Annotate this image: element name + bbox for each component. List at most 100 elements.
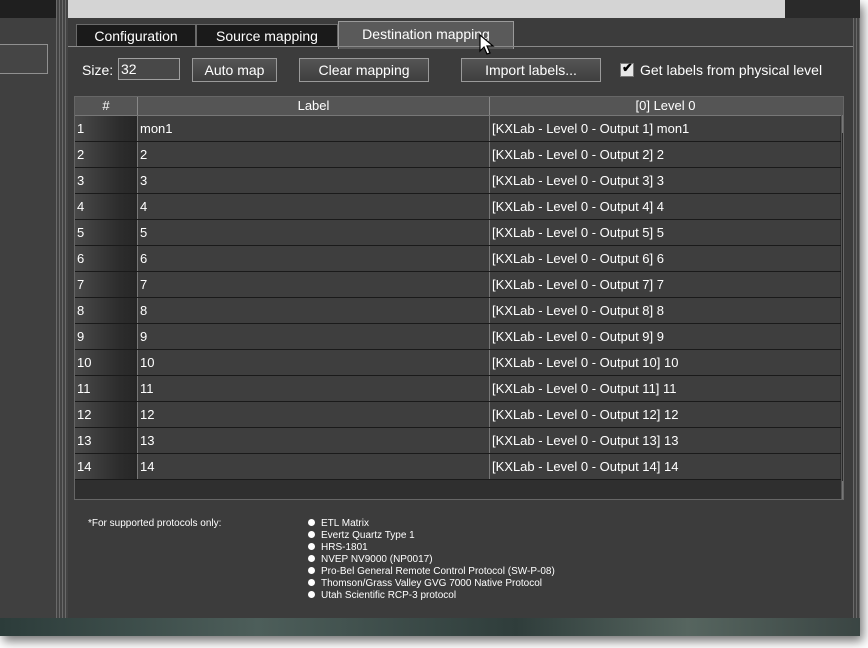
scroll-down-arrow[interactable]: ▼	[842, 481, 843, 499]
level-cell[interactable]: [KXLab - Level 0 - Output 3] 3	[489, 168, 840, 193]
left-panel	[0, 18, 56, 636]
table-row[interactable]: 1 mon1 [KXLab - Level 0 - Output 1] mon1	[75, 116, 843, 142]
bullet-dot-icon	[308, 567, 315, 574]
level-cell[interactable]: [KXLab - Level 0 - Output 13] 13	[489, 428, 840, 453]
row-number-cell[interactable]: 10	[75, 350, 137, 375]
level-cell[interactable]: [KXLab - Level 0 - Output 4] 4	[489, 194, 840, 219]
protocol-name: Thomson/Grass Valley GVG 7000 Native Pro…	[321, 578, 543, 589]
bullet-dot-icon	[308, 519, 315, 526]
table-row[interactable]: 14 14 [KXLab - Level 0 - Output 14] 14	[75, 454, 843, 480]
table-row[interactable]: 10 10 [KXLab - Level 0 - Output 10] 10	[75, 350, 843, 376]
tab-configuration[interactable]: Configuration	[76, 24, 196, 47]
vertical-scrollbar[interactable]: ▲ ▼	[841, 115, 843, 499]
row-number-cell[interactable]: 9	[75, 324, 137, 349]
column-header-number[interactable]: #	[75, 97, 138, 115]
import-labels-button[interactable]: Import labels...	[461, 58, 601, 82]
row-number-cell[interactable]: 4	[75, 194, 137, 219]
destination-mapping-panel: Configuration Source mapping Destination…	[68, 18, 853, 618]
table-row[interactable]: 9 9 [KXLab - Level 0 - Output 9] 9	[75, 324, 843, 350]
clear-mapping-button[interactable]: Clear mapping	[299, 58, 429, 82]
bullet-dot-icon	[308, 591, 315, 598]
label-cell[interactable]: 5	[137, 220, 489, 245]
row-number-cell[interactable]: 8	[75, 298, 137, 323]
table-row[interactable]: 4 4 [KXLab - Level 0 - Output 4] 4	[75, 194, 843, 220]
label-cell[interactable]: 7	[137, 272, 489, 297]
protocol-list-item: Pro-Bel General Remote Control Protocol …	[308, 566, 555, 578]
table-row[interactable]: 6 6 [KXLab - Level 0 - Output 6] 6	[75, 246, 843, 272]
level-cell[interactable]: [KXLab - Level 0 - Output 1] mon1	[489, 116, 840, 141]
level-cell[interactable]: [KXLab - Level 0 - Output 6] 6	[489, 246, 840, 271]
tab-source-mapping[interactable]: Source mapping	[196, 24, 338, 47]
label-cell[interactable]: 9	[137, 324, 489, 349]
row-number-cell[interactable]: 1	[75, 116, 137, 141]
row-number-cell[interactable]: 6	[75, 246, 137, 271]
table-row[interactable]: 5 5 [KXLab - Level 0 - Output 5] 5	[75, 220, 843, 246]
table-row[interactable]: 11 11 [KXLab - Level 0 - Output 11] 11	[75, 376, 843, 402]
protocol-name: ETL Matrix	[321, 518, 369, 529]
row-number-cell[interactable]: 3	[75, 168, 137, 193]
protocol-list-item: NVEP NV9000 (NP0017)	[308, 554, 555, 566]
get-labels-checkbox[interactable]: ✔	[620, 60, 634, 77]
table-row[interactable]: 7 7 [KXLab - Level 0 - Output 7] 7	[75, 272, 843, 298]
label-cell[interactable]: 13	[137, 428, 489, 453]
panel-splitter-left[interactable]	[56, 0, 68, 636]
tab-bar: Configuration Source mapping Destination…	[68, 18, 853, 49]
table-row[interactable]: 8 8 [KXLab - Level 0 - Output 8] 8	[75, 298, 843, 324]
row-number-cell[interactable]: 2	[75, 142, 137, 167]
protocol-list-item: HRS-1801	[308, 542, 555, 554]
table-row[interactable]: 2 2 [KXLab - Level 0 - Output 2] 2	[75, 142, 843, 168]
level-cell[interactable]: [KXLab - Level 0 - Output 8] 8	[489, 298, 840, 323]
label-cell[interactable]: 10	[137, 350, 489, 375]
table-row[interactable]: 13 13 [KXLab - Level 0 - Output 13] 13	[75, 428, 843, 454]
label-cell[interactable]: 14	[137, 454, 489, 479]
protocol-list-item: Evertz Quartz Type 1	[308, 530, 555, 542]
protocol-list: ETL Matrix Evertz Quartz Type 1 HRS-1801 NV…	[308, 518, 555, 602]
label-cell[interactable]: 8	[137, 298, 489, 323]
level-cell[interactable]: [KXLab - Level 0 - Output 14] 14	[489, 454, 840, 479]
top-strip	[0, 0, 860, 18]
bullet-dot-icon	[308, 579, 315, 586]
level-cell[interactable]: [KXLab - Level 0 - Output 5] 5	[489, 220, 840, 245]
level-cell[interactable]: [KXLab - Level 0 - Output 9] 9	[489, 324, 840, 349]
level-cell[interactable]: [KXLab - Level 0 - Output 11] 11	[489, 376, 840, 401]
column-header-level[interactable]: [0] Level 0	[490, 97, 841, 115]
protocol-list-item: Utah Scientific RCP-3 protocol	[308, 590, 555, 602]
label-cell[interactable]: 12	[137, 402, 489, 427]
label-cell[interactable]: 6	[137, 246, 489, 271]
level-cell[interactable]: [KXLab - Level 0 - Output 12] 12	[489, 402, 840, 427]
scroll-up-arrow[interactable]: ▲	[842, 115, 843, 133]
table-row[interactable]: 12 12 [KXLab - Level 0 - Output 12] 12	[75, 402, 843, 428]
level-cell[interactable]: [KXLab - Level 0 - Output 7] 7	[489, 272, 840, 297]
level-cell[interactable]: [KXLab - Level 0 - Output 2] 2	[489, 142, 840, 167]
row-number-cell[interactable]: 14	[75, 454, 137, 479]
protocol-list-item: Thomson/Grass Valley GVG 7000 Native Pro…	[308, 578, 555, 590]
row-number-cell[interactable]: 5	[75, 220, 137, 245]
note-lead-text: *For supported protocols only:	[88, 518, 222, 529]
auto-map-button[interactable]: Auto map	[192, 58, 277, 82]
row-number-cell[interactable]: 7	[75, 272, 137, 297]
protocol-list-item: ETL Matrix	[308, 518, 555, 530]
bottom-strip	[0, 618, 860, 636]
row-divider	[75, 479, 843, 480]
label-cell[interactable]: mon1	[137, 116, 489, 141]
protocol-name: Evertz Quartz Type 1	[321, 530, 415, 541]
table-header: # Label [0] Level 0	[75, 97, 843, 116]
label-cell[interactable]: 2	[137, 142, 489, 167]
row-number-cell[interactable]: 13	[75, 428, 137, 453]
level-cell[interactable]: [KXLab - Level 0 - Output 10] 10	[489, 350, 840, 375]
row-number-cell[interactable]: 12	[75, 402, 137, 427]
row-number-cell[interactable]: 11	[75, 376, 137, 401]
table-row[interactable]: 3 3 [KXLab - Level 0 - Output 3] 3	[75, 168, 843, 194]
bullet-dot-icon	[308, 555, 315, 562]
column-header-label[interactable]: Label	[138, 97, 490, 115]
label-cell[interactable]: 4	[137, 194, 489, 219]
mapping-toolbar: Size: 32 Auto map Clear mapping Import l…	[68, 56, 853, 84]
panel-splitter-right[interactable]	[853, 18, 860, 636]
label-cell[interactable]: 11	[137, 376, 489, 401]
tab-underline	[68, 46, 853, 47]
top-strip-left	[0, 0, 63, 18]
get-labels-checkbox-label[interactable]: Get labels from physical level	[640, 62, 822, 78]
protocol-name: Utah Scientific RCP-3 protocol	[321, 590, 457, 601]
label-cell[interactable]: 3	[137, 168, 489, 193]
size-input[interactable]: 32	[118, 58, 180, 80]
